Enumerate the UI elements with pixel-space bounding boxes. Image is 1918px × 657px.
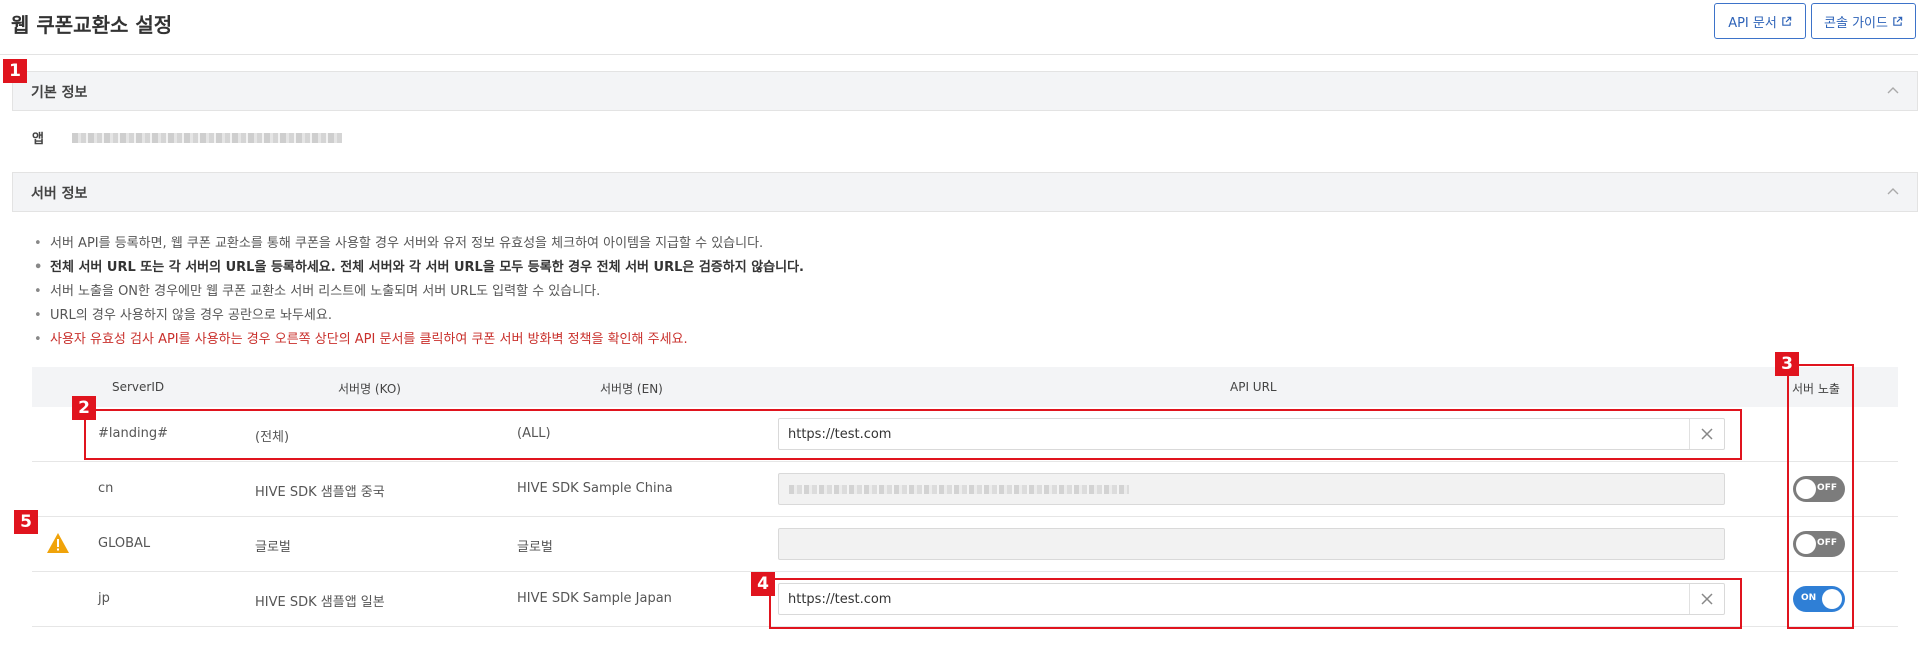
- col-name-ko: 서버명 (KO): [338, 382, 401, 396]
- api-url-input[interactable]: [778, 473, 1725, 505]
- server-info-notes: 서버 API를 등록하면, 웹 쿠폰 교환소를 통해 쿠폰을 사용할 경우 서버…: [30, 232, 804, 352]
- table-row: cn HIVE SDK 샘플앱 중국 HIVE SDK Sample China…: [32, 462, 1898, 517]
- external-link-icon: [1893, 16, 1903, 26]
- server-name-ko: HIVE SDK 샘플앱 일본: [255, 595, 385, 610]
- api-url-redacted: [789, 485, 1129, 494]
- server-name-en: HIVE SDK Sample Japan: [517, 591, 672, 606]
- annotation-badge: 3: [1775, 352, 1799, 376]
- console-guide-button[interactable]: 콘솔 가이드: [1811, 3, 1916, 39]
- server-name-ko: HIVE SDK 샘플앱 중국: [255, 485, 385, 500]
- basic-info-header[interactable]: 기본 정보: [12, 71, 1918, 111]
- basic-info-title: 기본 정보: [31, 85, 88, 101]
- server-table-header: ServerID 서버명 (KO) 서버명 (EN) API URL 서버 노출: [32, 367, 1898, 407]
- note-item: 서버 API를 등록하면, 웹 쿠폰 교환소를 통해 쿠폰을 사용할 경우 서버…: [30, 232, 804, 256]
- warning-icon: [47, 533, 69, 553]
- chevron-up-icon[interactable]: [1887, 187, 1899, 195]
- note-item: 서버 노출을 ON한 경우에만 웹 쿠폰 교환소 서버 리스트에 노출되며 서버…: [30, 280, 804, 304]
- console-guide-label: 콘솔 가이드: [1824, 15, 1888, 31]
- annotation-box: [769, 578, 1742, 629]
- page-title: 웹 쿠폰교환소 설정: [11, 13, 173, 37]
- annotation-box: [84, 409, 1742, 460]
- api-doc-button[interactable]: API 문서: [1714, 3, 1806, 39]
- col-server-id: ServerID: [112, 380, 165, 394]
- api-url-input[interactable]: [778, 528, 1725, 560]
- app-label: 앱: [32, 132, 44, 147]
- server-id: jp: [98, 591, 110, 606]
- col-name-en: 서버명 (EN): [600, 382, 663, 396]
- server-name-en: HIVE SDK Sample China: [517, 481, 673, 496]
- server-info-title: 서버 정보: [31, 186, 88, 202]
- server-name-en: 글로벌: [517, 540, 553, 555]
- server-id: GLOBAL: [98, 536, 151, 551]
- app-value-redacted: [72, 133, 342, 143]
- annotation-badge: 1: [3, 59, 27, 83]
- annotation-badge: 4: [751, 572, 775, 596]
- annotation-box: [1787, 364, 1854, 629]
- chevron-up-icon[interactable]: [1887, 86, 1899, 94]
- server-info-header[interactable]: 서버 정보: [12, 172, 1918, 212]
- col-api-url: API URL: [1230, 380, 1277, 394]
- note-item: 전체 서버 URL 또는 각 서버의 URL을 등록하세요. 전체 서버와 각 …: [30, 256, 804, 280]
- server-name-ko: 글로벌: [255, 540, 291, 555]
- server-id: cn: [98, 481, 114, 496]
- note-item-warning: 사용자 유효성 검사 API를 사용하는 경우 오른쪽 상단의 API 문서를 …: [30, 328, 804, 352]
- annotation-badge: 5: [14, 510, 38, 534]
- table-row: GLOBAL 글로벌 글로벌 OFF: [32, 517, 1898, 572]
- external-link-icon: [1782, 16, 1792, 26]
- note-item: URL의 경우 사용하지 않을 경우 공란으로 놔두세요.: [30, 304, 804, 328]
- api-doc-label: API 문서: [1728, 15, 1777, 31]
- annotation-badge: 2: [72, 396, 96, 420]
- top-bar: 웹 쿠폰교환소 설정 API 문서 콘솔 가이드: [0, 0, 1918, 55]
